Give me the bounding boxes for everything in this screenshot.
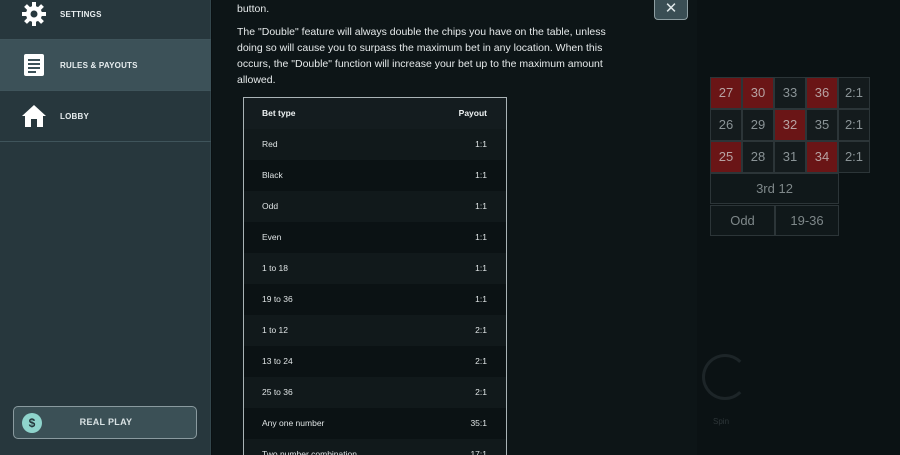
payout-cell: 1:1 [475, 201, 487, 211]
sidebar-item-lobby[interactable]: LOBBY [0, 91, 211, 142]
bet-type-cell: Black [262, 170, 283, 180]
gear-icon [20, 0, 48, 28]
payout-cell: 1:1 [475, 263, 487, 273]
number-cell[interactable]: 35 [806, 109, 838, 141]
close-icon: ✕ [664, 0, 678, 17]
bet-type-cell: Two number combination [262, 449, 357, 455]
number-cell[interactable]: 31 [774, 141, 806, 173]
close-button[interactable]: ✕ [654, 0, 688, 20]
payout-row: Any one number 35:1 [244, 408, 506, 439]
dozen-3rd-label: 3rd 12 [756, 181, 793, 196]
payout-cell: 2:1 [475, 356, 487, 366]
payout-row: Red 1:1 [244, 129, 506, 160]
number-cell[interactable]: 33 [774, 77, 806, 109]
payout-row: 19 to 36 1:1 [244, 284, 506, 315]
intro-text-tail: button. [237, 3, 270, 15]
sidebar-item-settings[interactable]: SETTINGS [0, 0, 211, 40]
payout-row: 25 to 36 2:1 [244, 377, 506, 408]
bet-type-cell: 1 to 12 [262, 325, 288, 335]
bet-type-cell: 19 to 36 [262, 294, 293, 304]
odd-bet[interactable]: Odd [710, 205, 775, 236]
payout-cell: 2:1 [475, 325, 487, 335]
number-cell[interactable]: 26 [710, 109, 742, 141]
sidebar-item-label: RULES & PAYOUTS [60, 60, 138, 70]
number-cell[interactable]: 30 [742, 77, 774, 109]
payout-cell: 35:1 [470, 418, 487, 428]
number-cell[interactable]: 32 [774, 109, 806, 141]
payout-cell: 1:1 [475, 232, 487, 242]
bet-type-cell: 25 to 36 [262, 387, 293, 397]
column-bet-cell[interactable]: 2:1 [838, 77, 870, 109]
sidebar-menu: SETTINGS RULES & PAYOUTS LOBBY $ REAL PL… [0, 0, 211, 455]
payout-header: Payout [458, 108, 487, 118]
double-feature-text: The "Double" feature will always double … [237, 26, 606, 86]
real-play-label: REAL PLAY [79, 417, 133, 427]
bet-type-cell: Any one number [262, 418, 325, 428]
number-cell[interactable]: 29 [742, 109, 774, 141]
payout-cell: 1:1 [475, 294, 487, 304]
bet-type-cell: Even [262, 232, 282, 242]
payout-row: 1 to 18 1:1 [244, 253, 506, 284]
bet-type-cell: Odd [262, 201, 279, 211]
number-cell[interactable]: 25 [710, 141, 742, 173]
spin-button[interactable] [702, 354, 748, 400]
payout-row: 1 to 12 2:1 [244, 315, 506, 346]
payout-cell: 2:1 [475, 387, 487, 397]
column-bet-cell[interactable]: 2:1 [838, 109, 870, 141]
sidebar-item-rules-payouts[interactable]: RULES & PAYOUTS [0, 40, 211, 91]
bet-type-header: Bet type [262, 108, 296, 118]
home-icon [20, 102, 48, 130]
high-bet-label: 19-36 [790, 213, 824, 228]
real-play-button[interactable]: $ REAL PLAY [13, 406, 197, 439]
number-cell[interactable]: 36 [806, 77, 838, 109]
column-bet-cell[interactable]: 2:1 [838, 141, 870, 173]
high-19-36-bet[interactable]: 19-36 [775, 205, 839, 236]
odd-bet-label: Odd [730, 213, 755, 228]
payout-cell: 1:1 [475, 170, 487, 180]
payout-row: Odd 1:1 [244, 191, 506, 222]
payout-table: Bet type Payout Red 1:1 Black 1:1 Odd 1:1 Even… [243, 97, 507, 455]
number-cell[interactable]: 34 [806, 141, 838, 173]
sidebar-item-label: SETTINGS [60, 9, 102, 19]
number-cell[interactable]: 27 [710, 77, 742, 109]
number-cell[interactable]: 28 [742, 141, 774, 173]
payout-cell: 17:1 [470, 449, 487, 455]
bet-type-cell: 13 to 24 [262, 356, 293, 366]
bet-type-cell: Red [262, 139, 278, 149]
sidebar-item-label: LOBBY [60, 111, 89, 121]
document-icon [20, 51, 48, 79]
spin-label: Spin [713, 417, 730, 426]
payout-row: Black 1:1 [244, 160, 506, 191]
payout-table-header: Bet type Payout [244, 98, 506, 129]
payout-row: 13 to 24 2:1 [244, 346, 506, 377]
bet-type-cell: 1 to 18 [262, 263, 288, 273]
payout-cell: 1:1 [475, 139, 487, 149]
payout-row: Even 1:1 [244, 222, 506, 253]
payout-row: Two number combination 17:1 [244, 439, 506, 455]
dozen-3rd-bet[interactable]: 3rd 12 [710, 173, 839, 204]
